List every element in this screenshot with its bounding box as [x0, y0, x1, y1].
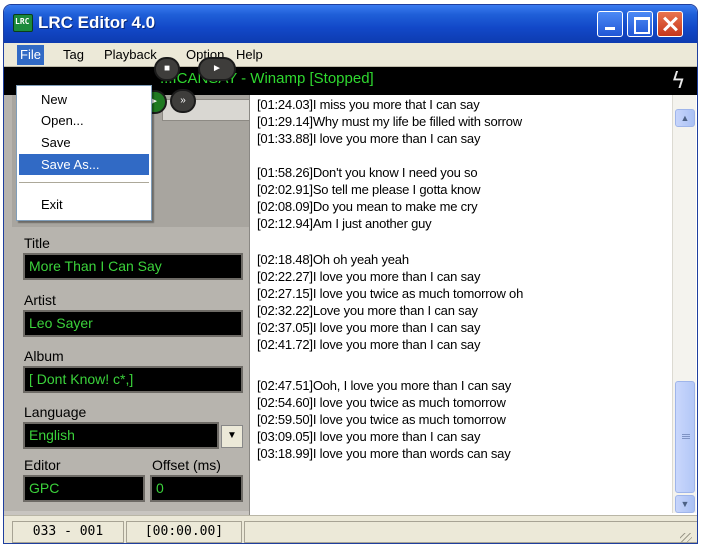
- lyric-line[interactable]: [02:18.48]Oh oh yeah yeah: [257, 252, 409, 267]
- language-label: Language: [24, 404, 87, 420]
- title-field[interactable]: More Than I Can Say: [23, 253, 243, 280]
- editor-field[interactable]: GPC: [23, 475, 145, 502]
- lyric-line[interactable]: [03:18.99]I love you more than words can…: [257, 446, 511, 461]
- offset-field[interactable]: 0: [150, 475, 243, 502]
- artist-field[interactable]: Leo Sayer: [23, 310, 243, 337]
- next-button[interactable]: ►: [198, 57, 236, 81]
- menu-file[interactable]: File: [17, 45, 44, 65]
- status-message: [244, 521, 697, 543]
- language-select[interactable]: English: [23, 422, 219, 449]
- menu-open[interactable]: Open...: [19, 110, 149, 131]
- title-label: Title: [24, 235, 50, 251]
- album-field[interactable]: [ Dont Know! c*,]: [23, 366, 243, 393]
- lyric-line[interactable]: [02:12.94]Am I just another guy: [257, 216, 432, 231]
- title-bar[interactable]: LRC LRC Editor 4.0: [4, 5, 697, 43]
- lyrics-editor[interactable]: [01:24.03]I miss you more that I can say…: [249, 95, 697, 515]
- app-window: LRC LRC Editor 4.0 File Tag Playback Opt…: [3, 4, 698, 544]
- lyric-line[interactable]: [02:59.50]I love you twice as much tomor…: [257, 412, 506, 427]
- menu-separator: [19, 182, 149, 183]
- editor-label: Editor: [24, 457, 61, 473]
- offset-label: Offset (ms): [152, 457, 221, 473]
- winamp-logo-icon: ϟ: [671, 69, 686, 94]
- window-title: LRC Editor 4.0: [38, 13, 156, 32]
- lyric-line[interactable]: [03:09.05]I love you more than I can say: [257, 429, 480, 444]
- menu-playback[interactable]: Playback: [101, 45, 160, 65]
- lyrics-scrollbar[interactable]: ▲ ▼: [672, 95, 696, 513]
- lyric-line[interactable]: [02:08.09]Do you mean to make me cry: [257, 199, 478, 214]
- scroll-down-icon[interactable]: ▼: [675, 495, 695, 513]
- close-button[interactable]: [657, 11, 683, 37]
- stop-button[interactable]: ■: [154, 57, 180, 81]
- time-display: [00:00.00]: [126, 521, 242, 543]
- grip-lines-icon: [682, 434, 690, 435]
- lyric-line[interactable]: [02:32.22]Love you more than I can say: [257, 303, 478, 318]
- artist-label: Artist: [24, 292, 56, 308]
- lyric-line[interactable]: [01:33.88]I love you more than I can say: [257, 131, 480, 146]
- lyric-line[interactable]: [02:37.05]I love you more than I can say: [257, 320, 480, 335]
- lyric-line[interactable]: [02:41.72]I love you more than I can say: [257, 337, 480, 352]
- lrc-app-icon[interactable]: LRC: [13, 14, 33, 32]
- status-bar: 033 - 001 [00:00.00]: [4, 515, 697, 543]
- menu-save-as[interactable]: Save As...: [19, 154, 149, 175]
- menu-bar: File Tag Playback Option Help: [4, 43, 697, 67]
- resize-grip-icon[interactable]: [680, 533, 692, 543]
- minimize-button[interactable]: [597, 11, 623, 37]
- lyric-line[interactable]: [01:58.26]Don't you know I need you so: [257, 165, 478, 180]
- menu-tag[interactable]: Tag: [60, 45, 87, 65]
- lyric-line[interactable]: [02:27.15]I love you twice as much tomor…: [257, 286, 523, 301]
- lyric-line[interactable]: [02:02.91]So tell me please I gotta know: [257, 182, 480, 197]
- player-status-text: ...ICANSAY - Winamp [Stopped]: [160, 70, 374, 87]
- menu-save[interactable]: Save: [19, 132, 149, 153]
- lyric-line[interactable]: [02:47.51]Ooh, I love you more than I ca…: [257, 378, 511, 393]
- lyric-line[interactable]: [02:22.27]I love you more than I can say: [257, 269, 480, 284]
- scroll-thumb[interactable]: [675, 381, 695, 493]
- fast-forward-button[interactable]: »: [170, 89, 196, 113]
- line-counter: 033 - 001: [12, 521, 124, 543]
- menu-new[interactable]: New: [19, 89, 149, 110]
- menu-exit[interactable]: Exit: [19, 194, 149, 215]
- lyric-line[interactable]: [01:29.14]Why must my life be filled wit…: [257, 114, 522, 129]
- maximize-button[interactable]: [627, 11, 653, 37]
- language-dropdown-icon[interactable]: ▼: [221, 425, 243, 448]
- scroll-up-icon[interactable]: ▲: [675, 109, 695, 127]
- lyric-line[interactable]: [01:24.03]I miss you more that I can say: [257, 97, 480, 112]
- album-label: Album: [24, 348, 64, 364]
- app-icon-text: LRC: [15, 17, 30, 26]
- lyric-line[interactable]: [02:54.60]I love you twice as much tomor…: [257, 395, 506, 410]
- menu-help[interactable]: Help: [233, 45, 266, 65]
- file-menu-dropdown: New Open... Save Save As... Exit: [16, 85, 152, 221]
